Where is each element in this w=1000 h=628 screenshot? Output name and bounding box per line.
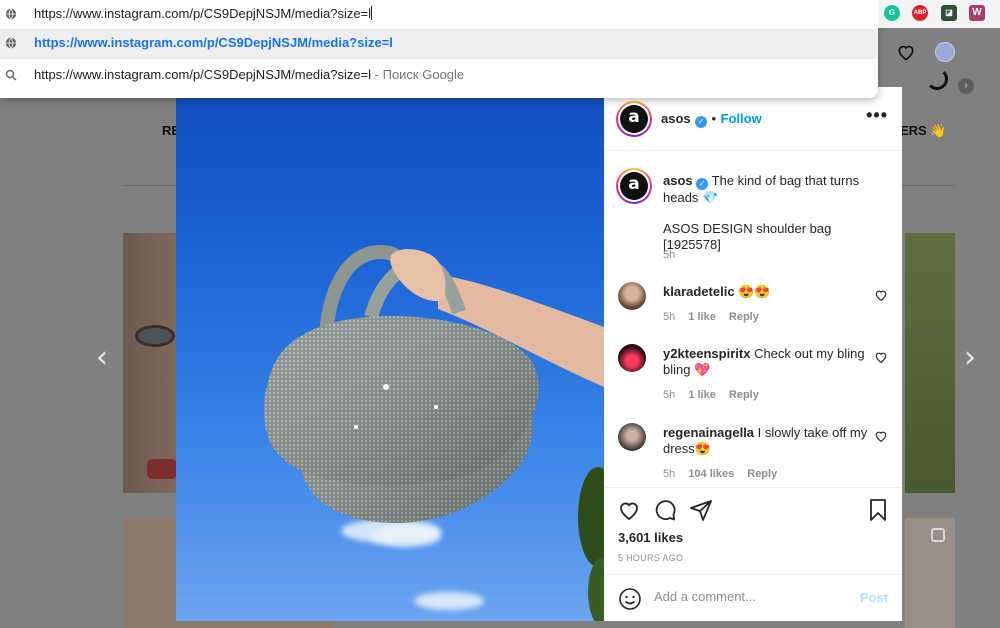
comment-likes[interactable]: 1 like bbox=[688, 389, 716, 401]
suggestion-search-text: https://www.instagram.com/p/CS9DepjNSJM/… bbox=[34, 67, 465, 82]
extension-icon[interactable]: ◪ bbox=[941, 5, 957, 21]
post-image[interactable] bbox=[176, 87, 604, 621]
multi-post-icon bbox=[931, 528, 945, 542]
face-eye bbox=[135, 325, 175, 347]
story-highlight-label-right: ERS 👋 bbox=[900, 123, 947, 138]
post-comment-button[interactable]: Post bbox=[860, 590, 888, 605]
post-caption: asos ✓ The kind of bag that turns heads … bbox=[663, 173, 891, 206]
add-comment-bar: Post bbox=[604, 574, 902, 622]
commenter-avatar[interactable] bbox=[618, 344, 646, 372]
commenter-username[interactable]: y2kteenspiritx bbox=[663, 346, 750, 361]
reply-button[interactable]: Reply bbox=[729, 311, 759, 323]
previous-post-arrow-icon[interactable]: ‹ bbox=[96, 340, 108, 375]
adblock-plus-icon[interactable]: ABP bbox=[912, 5, 928, 21]
like-comment-heart-icon[interactable] bbox=[874, 288, 888, 302]
suggestion-url[interactable]: https://www.instagram.com/p/CS9DepjNSJM/… bbox=[0, 29, 878, 59]
commenter-username[interactable]: regenainagella bbox=[663, 425, 754, 440]
caption-username[interactable]: asos bbox=[663, 173, 693, 188]
comment-item: y2kteenspiritx Check out my bling bling … bbox=[618, 344, 888, 404]
address-bar-dropdown: https://www.instagram.com/p/CS9DepjNSJM/… bbox=[0, 0, 878, 98]
post-panel: a asos ✓ • Follow ••• a asos ✓ The kind … bbox=[604, 87, 902, 621]
like-heart-icon[interactable] bbox=[617, 498, 641, 522]
reply-button[interactable]: Reply bbox=[747, 468, 777, 480]
share-paper-plane-icon[interactable] bbox=[689, 498, 713, 522]
comment-time: 5h bbox=[663, 389, 676, 401]
suggestion-url-text: https://www.instagram.com/p/CS9DepjNSJM/… bbox=[34, 35, 393, 50]
likes-count[interactable]: 3,601 likes bbox=[618, 530, 683, 545]
bag-illustration bbox=[264, 244, 604, 524]
comment-item: regenainagella I slowly take off my dres… bbox=[618, 423, 888, 483]
follow-button[interactable]: Follow bbox=[721, 111, 762, 126]
globe-icon bbox=[5, 37, 17, 49]
w-extension-icon[interactable]: W bbox=[969, 5, 985, 21]
save-bookmark-icon[interactable] bbox=[866, 498, 890, 522]
commenter-username[interactable]: klaradetelic bbox=[663, 284, 735, 299]
comment-text: 😍😍 bbox=[738, 284, 771, 299]
comment-time: 5h bbox=[663, 468, 676, 480]
emoji-smiley-icon[interactable] bbox=[618, 587, 642, 611]
address-input[interactable]: https://www.instagram.com/p/CS9DepjNSJM/… bbox=[34, 6, 373, 21]
verified-badge-icon: ✓ bbox=[696, 178, 709, 190]
globe-icon bbox=[5, 8, 17, 20]
grid-post-tile[interactable] bbox=[905, 518, 955, 628]
like-comment-heart-icon[interactable] bbox=[874, 350, 888, 364]
reply-button[interactable]: Reply bbox=[729, 389, 759, 401]
grammarly-icon[interactable]: G bbox=[884, 5, 900, 21]
more-options-icon[interactable]: ••• bbox=[866, 105, 888, 126]
post-timestamp: 5 HOURS AGO bbox=[618, 553, 684, 563]
profile-avatar-icon[interactable] bbox=[935, 42, 955, 62]
extensions-bar: G ABP ◪ W bbox=[878, 0, 1000, 28]
caption-detail: ASOS DESIGN shoulder bag [1925578] bbox=[663, 221, 832, 252]
suggestion-search[interactable]: https://www.instagram.com/p/CS9DepjNSJM/… bbox=[0, 61, 878, 91]
post-actions: 3,601 likes 5 HOURS AGO Post bbox=[604, 487, 902, 621]
comment-item: klaradetelic 😍😍 5h 1 like Reply bbox=[618, 282, 888, 332]
caption-time: 5h bbox=[663, 249, 676, 261]
face-lip bbox=[147, 459, 177, 479]
comment-time: 5h bbox=[663, 311, 676, 323]
like-comment-heart-icon[interactable] bbox=[874, 429, 888, 443]
verified-badge-icon: ✓ bbox=[695, 116, 708, 128]
address-input-row[interactable]: https://www.instagram.com/p/CS9DepjNSJM/… bbox=[0, 0, 878, 30]
caption-text: The kind of bag that turns heads 💎 bbox=[663, 173, 860, 205]
caption-avatar[interactable]: a bbox=[616, 168, 652, 204]
comment-likes[interactable]: 1 like bbox=[688, 311, 716, 323]
story-ring-icon bbox=[926, 68, 948, 90]
comment-likes[interactable]: 104 likes bbox=[688, 468, 734, 480]
search-icon bbox=[5, 69, 17, 81]
next-post-arrow-icon[interactable]: › bbox=[964, 340, 976, 375]
grid-post-tile[interactable] bbox=[905, 233, 955, 493]
comment-input[interactable] bbox=[654, 589, 844, 604]
comment-bubble-icon[interactable] bbox=[653, 498, 677, 522]
commenter-avatar[interactable] bbox=[618, 282, 646, 310]
author-username[interactable]: asos bbox=[661, 111, 691, 126]
commenter-avatar[interactable] bbox=[618, 423, 646, 451]
close-modal-icon[interactable]: › bbox=[958, 78, 974, 94]
author-avatar[interactable]: a bbox=[616, 101, 652, 137]
activity-heart-icon[interactable] bbox=[896, 42, 916, 62]
